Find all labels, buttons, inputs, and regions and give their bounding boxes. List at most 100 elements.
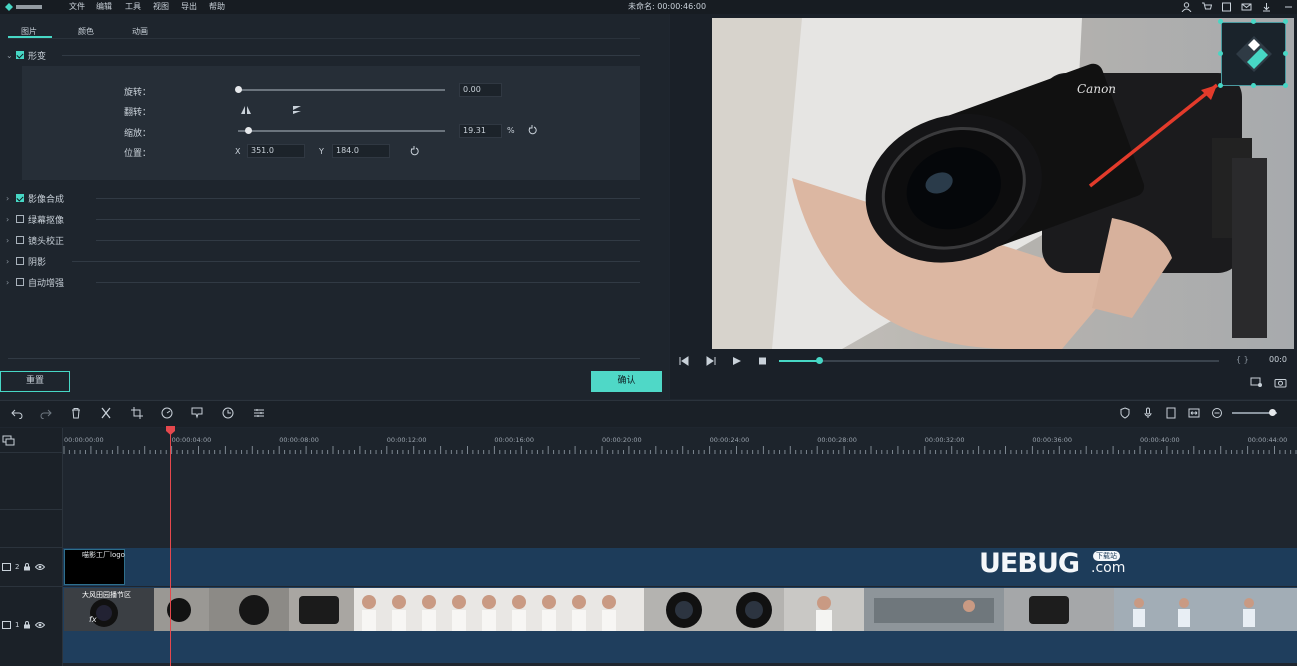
zoom-out-icon[interactable] <box>1211 407 1223 419</box>
track-divider <box>0 452 63 453</box>
transform-checkbox[interactable] <box>16 51 24 59</box>
add-track-icon[interactable] <box>2 435 15 446</box>
resize-handle[interactable] <box>1218 83 1223 88</box>
chevron-down-icon[interactable]: ⌄ <box>6 51 16 60</box>
lock-icon[interactable] <box>23 621 31 629</box>
play-icon[interactable] <box>731 356 742 366</box>
cart-icon[interactable] <box>1201 2 1212 12</box>
resize-handle[interactable] <box>1251 19 1256 24</box>
chroma-key-checkbox[interactable] <box>16 215 24 223</box>
section-divider <box>96 282 640 283</box>
rotate-input[interactable]: 0.00 <box>459 83 502 97</box>
tab-animation[interactable]: 动画 <box>132 26 148 37</box>
menu-export[interactable]: 导出 <box>181 1 197 12</box>
ruler-tick-label: 00:00:24:00 <box>709 436 750 444</box>
redo-icon[interactable] <box>40 407 52 419</box>
eye-icon[interactable] <box>35 563 46 571</box>
reset-scale-icon[interactable] <box>527 125 538 136</box>
playhead-line[interactable] <box>170 428 171 666</box>
menu-tools[interactable]: 工具 <box>125 1 141 12</box>
chevron-right-icon[interactable]: › <box>6 215 16 224</box>
flip-horizontal-icon[interactable] <box>240 105 252 115</box>
rotate-label: 旋转： <box>124 88 152 98</box>
account-icon[interactable] <box>1181 2 1192 12</box>
microphone-icon[interactable] <box>1142 407 1154 419</box>
audio-adjust-icon[interactable] <box>253 407 265 419</box>
ruler-tick-label: 00:00:12:00 <box>386 436 427 444</box>
scale-slider[interactable] <box>238 130 445 132</box>
snapshot-camera-icon[interactable] <box>1274 377 1287 388</box>
site-watermark: UEBUG .com 下载站 <box>979 548 1129 580</box>
logo-overlay[interactable] <box>1221 22 1286 86</box>
menu-file[interactable]: 文件 <box>69 1 85 12</box>
section-transform[interactable]: ⌄ 形变 <box>6 48 46 62</box>
rotate-slider[interactable] <box>238 89 445 91</box>
mail-icon[interactable] <box>1241 2 1252 12</box>
resize-handle[interactable] <box>1283 51 1288 56</box>
rotate-slider-knob[interactable] <box>235 86 242 93</box>
lens-correction-checkbox[interactable] <box>16 236 24 244</box>
watermark-brand: UEBUG <box>979 548 1080 579</box>
shadow-checkbox[interactable] <box>16 257 24 265</box>
chevron-right-icon[interactable]: › <box>6 236 16 245</box>
download-icon[interactable] <box>1261 2 1272 12</box>
ok-button[interactable]: 确认 <box>591 371 662 392</box>
minimize-icon[interactable] <box>1283 2 1294 12</box>
menu-help[interactable]: 帮助 <box>209 1 225 12</box>
position-y-input[interactable]: 184.0 <box>332 144 390 158</box>
menu-edit[interactable]: 编辑 <box>96 1 112 12</box>
lock-icon[interactable] <box>23 563 31 571</box>
flip-vertical-icon[interactable] <box>291 105 303 115</box>
resize-handle[interactable] <box>1283 19 1288 24</box>
compositing-checkbox[interactable] <box>16 194 24 202</box>
position-x-input[interactable]: 351.0 <box>247 144 305 158</box>
video-clip-thumbnails[interactable] <box>64 588 1297 631</box>
filmora-logo-icon <box>1236 36 1272 72</box>
playback-progress-track[interactable] <box>779 360 1219 362</box>
panel-footer-divider <box>8 358 640 359</box>
reset-button[interactable]: 重置 <box>0 371 70 392</box>
resize-handle[interactable] <box>1218 19 1223 24</box>
resize-handle[interactable] <box>1283 83 1288 88</box>
speed-icon[interactable] <box>161 407 173 419</box>
section-chroma-key[interactable]: › 绿幕抠像 <box>6 212 64 226</box>
save-icon[interactable] <box>1221 2 1232 12</box>
menu-view[interactable]: 视图 <box>153 1 169 12</box>
eye-icon[interactable] <box>35 621 46 629</box>
duration-clock-icon[interactable] <box>222 407 234 419</box>
mark-in-out-brackets[interactable]: { } <box>1236 355 1249 364</box>
resize-handle[interactable] <box>1251 83 1256 88</box>
track-2-number: 2 <box>15 563 20 571</box>
reset-position-icon[interactable] <box>409 146 420 157</box>
display-settings-icon[interactable] <box>1250 377 1263 388</box>
chevron-right-icon[interactable]: › <box>6 194 16 203</box>
cut-icon[interactable] <box>100 407 112 419</box>
next-frame-icon[interactable] <box>705 356 716 366</box>
section-auto-enhance[interactable]: › 自动增强 <box>6 275 64 289</box>
scale-input[interactable]: 19.31 <box>459 124 502 138</box>
delete-icon[interactable] <box>70 407 82 419</box>
previous-frame-icon[interactable] <box>679 356 690 366</box>
section-shadow[interactable]: › 阴影 <box>6 254 46 268</box>
playback-progress-knob[interactable] <box>815 357 823 364</box>
auto-enhance-checkbox[interactable] <box>16 278 24 286</box>
marker-icon[interactable] <box>191 407 203 419</box>
crop-icon[interactable] <box>131 407 143 419</box>
track-divider <box>0 547 63 548</box>
voiceover-icon[interactable] <box>1165 407 1177 419</box>
preview-video-frame[interactable]: Canon <box>712 18 1294 349</box>
shield-icon[interactable] <box>1119 407 1131 419</box>
ruler-tick-label: 00:00:20:00 <box>602 436 642 444</box>
tab-divider <box>8 38 640 39</box>
fit-timeline-icon[interactable] <box>1188 407 1200 419</box>
video-track-icon <box>2 621 11 629</box>
undo-icon[interactable] <box>11 407 23 419</box>
section-compositing[interactable]: › 影像合成 <box>6 191 64 205</box>
zoom-slider-knob[interactable] <box>1269 409 1276 416</box>
chevron-right-icon[interactable]: › <box>6 257 16 266</box>
stop-icon[interactable] <box>757 356 768 366</box>
resize-handle[interactable] <box>1218 51 1223 56</box>
chevron-right-icon[interactable]: › <box>6 278 16 287</box>
section-lens-correction[interactable]: › 镜头校正 <box>6 233 64 247</box>
tab-color[interactable]: 颜色 <box>78 26 94 37</box>
